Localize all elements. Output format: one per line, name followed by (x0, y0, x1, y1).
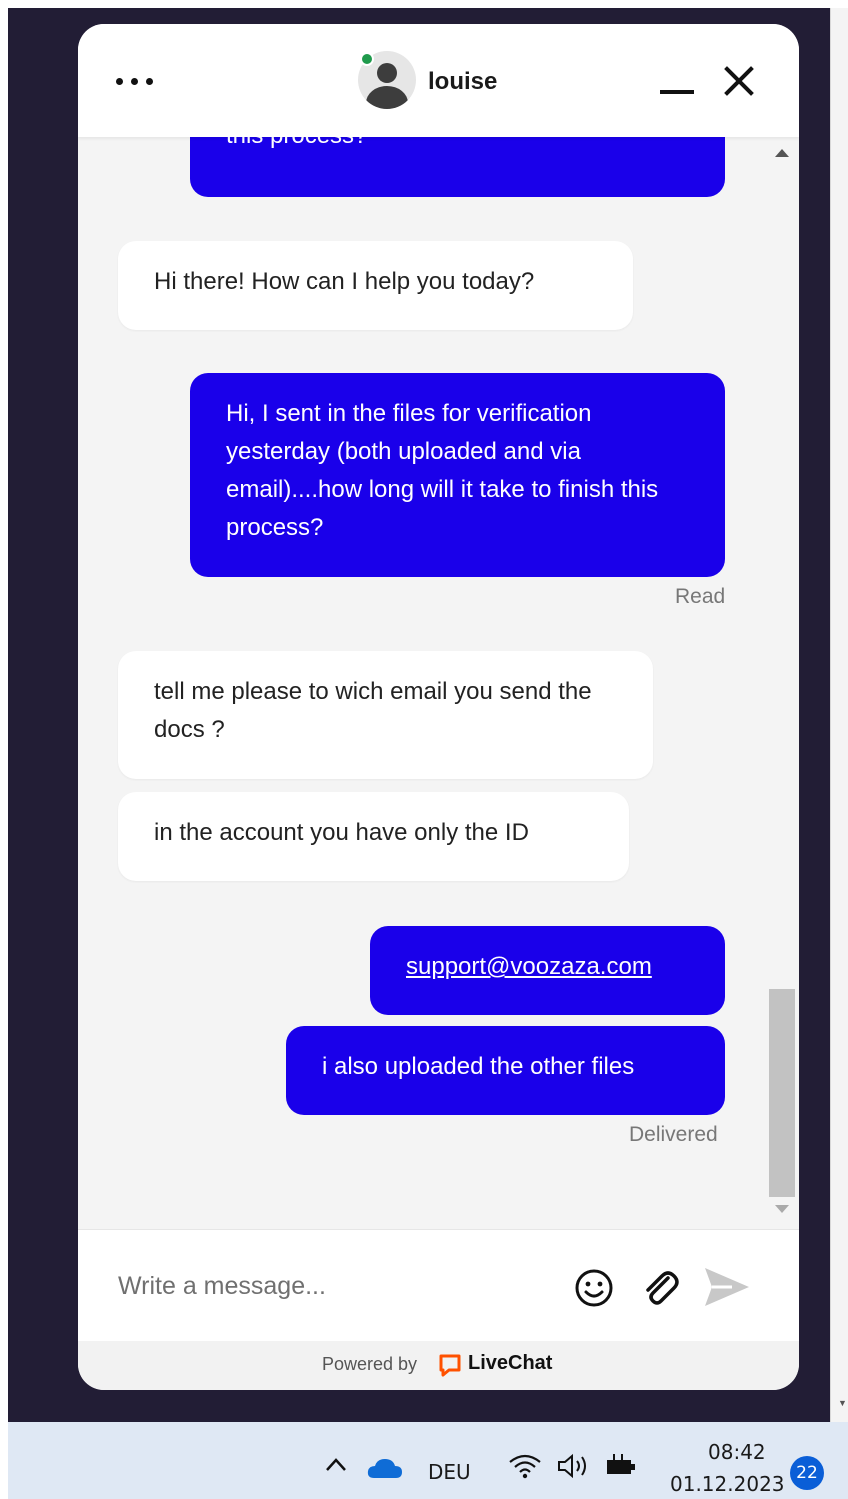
message-status: Delivered (629, 1123, 718, 1146)
chat-window: louise this process? Hi there! How can I… (78, 24, 799, 1390)
email-link[interactable]: support@voozaza.com (406, 953, 652, 980)
close-icon[interactable] (722, 64, 756, 98)
online-status-indicator (360, 52, 374, 66)
message-scrollbar[interactable] (767, 137, 799, 1229)
volume-icon[interactable] (556, 1452, 592, 1480)
visitor-message: i also uploaded the other files (286, 1026, 725, 1115)
clock-time[interactable]: 08:42 (708, 1440, 766, 1464)
desktop-top-strip (0, 0, 848, 8)
input-language[interactable]: DEU (428, 1460, 471, 1484)
send-icon[interactable] (702, 1264, 752, 1310)
agent-name: louise (428, 68, 498, 95)
attachment-icon[interactable] (638, 1266, 682, 1310)
notification-badge[interactable]: 22 (790, 1456, 824, 1490)
message-list: this process? Hi there! How can I help y… (78, 137, 799, 1229)
chat-header: louise (78, 24, 799, 137)
message-composer (78, 1229, 799, 1341)
agent-message: tell me please to wich email you send th… (118, 651, 653, 779)
visitor-message: support@voozaza.com (370, 926, 725, 1015)
powered-by-label: Powered by (322, 1354, 418, 1374)
show-hidden-icons-icon[interactable] (324, 1454, 348, 1474)
onedrive-icon[interactable] (366, 1456, 404, 1480)
window-scrollbar-track[interactable] (830, 8, 848, 1422)
battery-icon[interactable] (604, 1452, 638, 1480)
minimize-icon[interactable] (658, 70, 696, 100)
wifi-icon[interactable] (508, 1452, 542, 1480)
agent-message: Hi there! How can I help you today? (118, 241, 633, 330)
chat-footer: Powered by LiveChat (78, 1341, 799, 1390)
scroll-down-arrow-icon[interactable]: ▼ (838, 1398, 847, 1408)
clock-date[interactable]: 01.12.2023 (670, 1472, 785, 1496)
scroll-up-icon[interactable] (775, 149, 789, 157)
livechat-brand-name[interactable]: LiveChat (468, 1352, 552, 1375)
scroll-thumb[interactable] (769, 989, 795, 1197)
emoji-icon[interactable] (574, 1268, 614, 1308)
more-options-icon[interactable] (112, 70, 158, 90)
livechat-logo-icon (439, 1354, 461, 1377)
agent-message: in the account you have only the ID (118, 792, 629, 881)
scroll-down-icon[interactable] (775, 1205, 789, 1213)
visitor-message: Hi, I sent in the files for verification… (190, 373, 725, 577)
visitor-message: this process? (190, 137, 725, 197)
message-status: Read (675, 585, 726, 608)
message-input[interactable] (118, 1266, 558, 1306)
windows-taskbar: DEU 08:42 01.12.2023 22 (8, 1422, 848, 1499)
